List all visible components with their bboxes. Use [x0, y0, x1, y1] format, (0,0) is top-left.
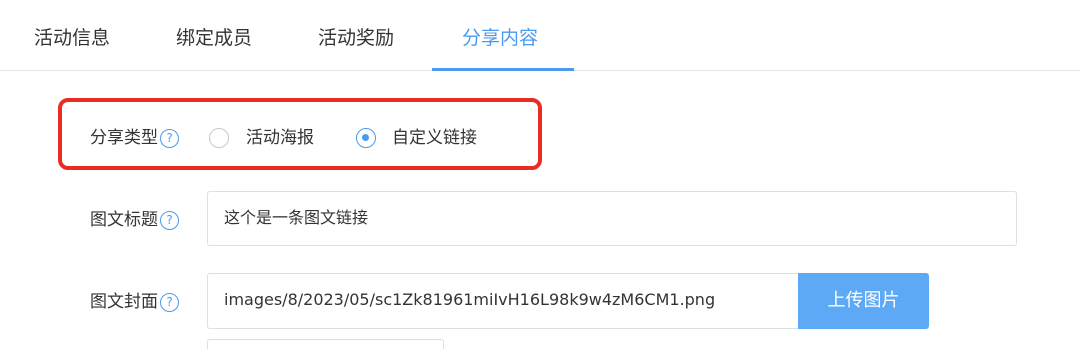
next-field-partial	[207, 339, 444, 349]
radio-activity-poster[interactable]	[209, 128, 229, 148]
question-circle-icon[interactable]: ?	[160, 129, 179, 148]
share-type-label: 分享类型?	[90, 126, 179, 150]
upload-image-button[interactable]: 上传图片	[798, 273, 929, 329]
radio-custom-link-label[interactable]: 自定义链接	[392, 126, 477, 150]
title-input[interactable]: 这个是一条图文链接	[207, 191, 1017, 246]
active-tab-indicator	[432, 68, 574, 71]
radio-custom-link[interactable]	[356, 128, 376, 148]
tab-bar: 活动信息 绑定成员 活动奖励 分享内容	[0, 0, 1080, 71]
cover-label: 图文封面?	[90, 290, 179, 314]
share-type-label-text: 分享类型	[90, 128, 158, 148]
cover-label-text: 图文封面	[90, 292, 158, 312]
tab-bind-members[interactable]: 绑定成员	[176, 24, 252, 52]
tab-activity-info[interactable]: 活动信息	[34, 24, 110, 52]
title-label-text: 图文标题	[90, 210, 158, 230]
question-circle-icon[interactable]: ?	[160, 293, 179, 312]
tab-activity-rewards[interactable]: 活动奖励	[318, 24, 394, 52]
question-circle-icon[interactable]: ?	[160, 211, 179, 230]
tab-share-content[interactable]: 分享内容	[462, 24, 538, 52]
radio-checked-dot	[362, 134, 369, 141]
cover-path-input[interactable]: images/8/2023/05/sc1Zk81961miIvH16L98k9w…	[207, 273, 799, 329]
radio-activity-poster-label[interactable]: 活动海报	[246, 126, 314, 150]
title-label: 图文标题?	[90, 208, 179, 232]
